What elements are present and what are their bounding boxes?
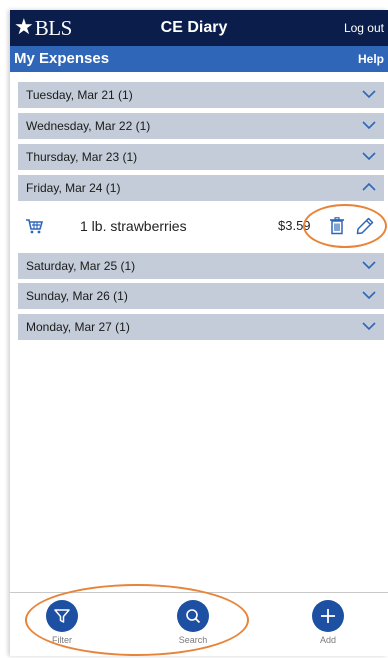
- filter-label: Filter: [52, 635, 72, 645]
- expense-description: 1 lb. strawberries: [80, 218, 187, 234]
- chevron-down-icon: [362, 291, 376, 300]
- search-label: Search: [178, 635, 208, 645]
- chevron-down-icon: [362, 152, 376, 161]
- filter-icon: [46, 600, 78, 632]
- day-row-wednesday[interactable]: Wednesday, Mar 22 (1): [18, 113, 384, 139]
- chevron-up-icon: [362, 182, 376, 191]
- day-row-thursday[interactable]: Thursday, Mar 23 (1): [18, 144, 384, 170]
- help-link[interactable]: Help: [358, 52, 384, 66]
- page-title: My Expenses: [14, 50, 110, 67]
- add-label: Add: [319, 635, 336, 645]
- filter-button[interactable]: Filter: [32, 600, 92, 646]
- day-label: Friday, Mar 24 (1): [26, 181, 121, 195]
- app-title: CE Diary: [160, 19, 228, 36]
- cart-icon: [26, 219, 43, 234]
- bottom-nav: Filter Search Add: [10, 592, 388, 656]
- chevron-down-icon: [362, 261, 376, 270]
- day-label: Wednesday, Mar 22 (1): [26, 119, 151, 133]
- app-frame: ★ BLS CE Diary Log out My Expenses Help …: [10, 10, 388, 656]
- expense-entry[interactable]: 1 lb. strawberries $3.59: [18, 211, 384, 241]
- day-row-saturday[interactable]: Saturday, Mar 25 (1): [18, 253, 384, 279]
- expense-price: $3.59: [278, 218, 311, 233]
- search-button[interactable]: Search: [163, 600, 223, 646]
- chevron-down-icon: [362, 90, 376, 99]
- trash-icon[interactable]: [329, 217, 345, 235]
- add-button[interactable]: Add: [298, 600, 358, 646]
- plus-icon: [312, 600, 344, 632]
- day-row-tuesday[interactable]: Tuesday, Mar 21 (1): [18, 82, 384, 108]
- section-bar: My Expenses Help: [10, 46, 388, 72]
- day-label: Sunday, Mar 26 (1): [26, 289, 128, 303]
- day-row-monday[interactable]: Monday, Mar 27 (1): [18, 314, 384, 340]
- pencil-icon[interactable]: [356, 217, 374, 235]
- day-label: Tuesday, Mar 21 (1): [26, 88, 133, 102]
- chevron-down-icon: [362, 121, 376, 130]
- day-label: Saturday, Mar 25 (1): [26, 259, 136, 273]
- logout-link[interactable]: Log out: [344, 21, 384, 35]
- day-label: Thursday, Mar 23 (1): [26, 150, 138, 164]
- top-bar: ★ BLS CE Diary Log out: [10, 10, 388, 46]
- chevron-down-icon: [362, 322, 376, 331]
- day-row-friday[interactable]: Friday, Mar 24 (1): [18, 175, 384, 201]
- day-row-sunday[interactable]: Sunday, Mar 26 (1): [18, 283, 384, 309]
- search-icon: [177, 600, 209, 632]
- day-label: Monday, Mar 27 (1): [26, 320, 130, 334]
